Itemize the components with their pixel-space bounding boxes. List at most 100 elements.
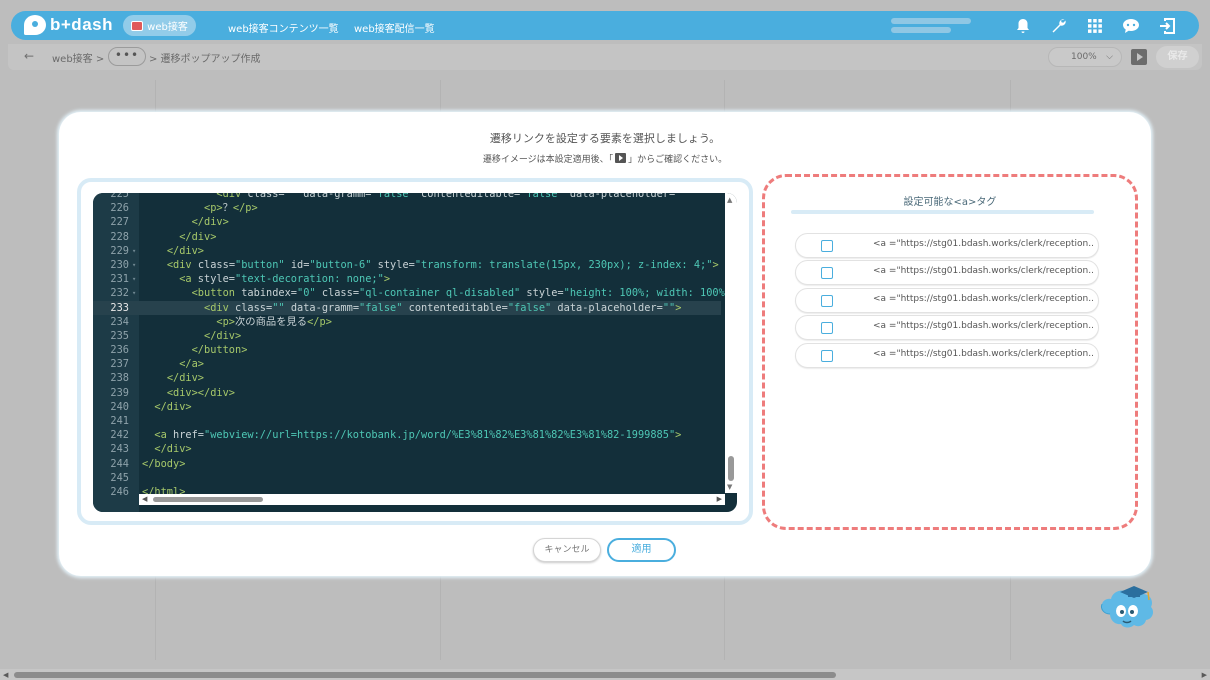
code-line[interactable]: 235 </div> <box>93 329 721 343</box>
chevron-down-icon: ⌵ <box>1106 52 1113 62</box>
grid-apps-icon[interactable] <box>1085 16 1105 36</box>
line-number: 228 <box>110 230 129 243</box>
code-text: </div> <box>204 329 242 342</box>
code-line[interactable]: 231 ▾ <a style="text-decoration: none;"> <box>93 272 721 286</box>
a-tag-option[interactable]: <a ="https://stg01.bdash.works/clerk/rec… <box>795 288 1099 313</box>
line-number: 244 <box>110 457 129 470</box>
panel-title: 設定可能な<a>タグ <box>903 197 997 208</box>
top-header: b+dash web接客 web接客コンテンツ一覧 web接客配信一覧 <box>11 11 1199 40</box>
fold-arrow-icon[interactable]: ▾ <box>132 286 136 300</box>
save-button[interactable]: 保存 <box>1156 46 1199 68</box>
nav-content-list[interactable]: web接客コンテンツ一覧 <box>228 20 339 35</box>
fold-arrow-icon[interactable]: ▾ <box>132 258 136 272</box>
code-line[interactable]: 233 <div class="" data-gramm="false" con… <box>93 300 721 315</box>
editor-vertical-scrollbar[interactable]: ▲ ▼ <box>725 193 737 493</box>
code-text: <div></div> <box>166 386 236 399</box>
scroll-down-icon[interactable]: ▼ <box>727 483 732 491</box>
checkbox[interactable] <box>821 240 833 252</box>
code-text: <p>次の商品を見る</p> <box>216 315 332 328</box>
scroll-up-icon[interactable]: ▲ <box>727 196 732 204</box>
breadcrumb-bar: ← web接客 > ••• > 遷移ポップアップ作成 100% ⌵ 保存 <box>8 44 1202 70</box>
play-icon <box>615 153 627 163</box>
code-text: </div> <box>166 372 205 385</box>
code-line[interactable]: 240 </div> <box>93 400 721 414</box>
zoom-select[interactable]: 100% ⌵ <box>1048 47 1122 67</box>
code-line[interactable]: 230 ▾ <div class="button" id="button-6" s… <box>93 258 721 272</box>
code-line[interactable]: 241 <box>93 414 721 428</box>
line-number: 245 <box>110 471 129 484</box>
bell-icon[interactable] <box>1013 16 1033 36</box>
checkbox[interactable] <box>821 350 833 362</box>
code-text: </a> <box>179 358 205 371</box>
code-line[interactable]: 239 <div></div> <box>93 386 721 400</box>
wrench-icon[interactable] <box>1049 16 1069 36</box>
a-tag-option[interactable]: <a ="https://stg01.bdash.works/clerk/rec… <box>795 233 1099 258</box>
scrollbar-thumb[interactable] <box>14 672 836 678</box>
mascot-assistant-icon[interactable] <box>1096 578 1160 642</box>
nav-web-reception[interactable]: web接客 <box>123 15 196 36</box>
code-line[interactable]: 229 ▾ </div> <box>93 244 721 258</box>
code-text: </div> <box>154 400 192 413</box>
code-text: <div class="" data-gramm="false" content… <box>216 193 688 200</box>
a-tag-option[interactable]: <a ="https://stg01.bdash.works/clerk/rec… <box>795 260 1099 285</box>
code-line[interactable]: 242 <a href="webview://url=https://kotob… <box>93 428 721 442</box>
code-text: </body> <box>142 457 186 470</box>
zoom-value: 100% <box>1071 52 1097 62</box>
line-number: 231 <box>110 273 129 286</box>
cancel-button[interactable]: キャンセル <box>533 538 601 562</box>
code-line[interactable]: 232 ▾ <button tabindex="0" class="ql-cont… <box>93 286 737 300</box>
nav-delivery-list[interactable]: web接客配信一覧 <box>354 20 435 35</box>
back-arrow-icon[interactable]: ← <box>24 49 34 63</box>
checkbox[interactable] <box>821 267 833 279</box>
web-reception-icon <box>131 20 144 31</box>
support-chat-icon[interactable] <box>1121 16 1141 36</box>
html-code-editor[interactable]: 225 <div class="" data-gramm="false" con… <box>93 193 737 512</box>
a-tag-option[interactable]: <a ="https://stg01.bdash.works/clerk/rec… <box>795 343 1099 368</box>
apply-button[interactable]: 適用 <box>607 538 676 562</box>
breadcrumb-web-reception[interactable]: web接客 > <box>52 50 104 65</box>
page-horizontal-scrollbar[interactable]: ◀ ▶ <box>0 669 1210 680</box>
nav-web-reception-label: web接客 <box>147 22 188 33</box>
code-line[interactable]: 234 <p>次の商品を見る</p> <box>93 315 721 329</box>
code-line[interactable]: 238 </div> <box>93 371 721 385</box>
preview-play-button[interactable] <box>1131 49 1147 65</box>
code-text: <button tabindex="0" class="ql-container… <box>191 287 737 300</box>
checkbox[interactable] <box>821 295 833 307</box>
line-number: 241 <box>110 415 129 427</box>
scroll-left-icon[interactable]: ◀ <box>142 495 147 503</box>
scroll-right-icon[interactable]: ▶ <box>717 495 722 503</box>
a-tag-option[interactable]: <a ="https://stg01.bdash.works/clerk/rec… <box>795 315 1099 340</box>
code-line[interactable]: 237 </a> <box>93 357 721 371</box>
breadcrumb-more-button[interactable]: ••• <box>108 47 146 66</box>
code-line[interactable]: 236 </button> <box>93 343 721 357</box>
code-line[interactable]: 226 <p>？</p> <box>93 201 721 215</box>
checkbox[interactable] <box>821 322 833 334</box>
line-number: 239 <box>110 386 129 399</box>
code-text: <div class="button" id="button-6" style=… <box>166 258 719 271</box>
logo-mark-icon <box>24 15 46 35</box>
editor-vscroll-thumb[interactable] <box>728 456 734 481</box>
code-editor-frame: 225 <div class="" data-gramm="false" con… <box>77 178 753 525</box>
scroll-right-icon[interactable]: ▶ <box>1202 671 1207 679</box>
brand-logo[interactable]: b+dash <box>24 15 113 35</box>
code-line[interactable]: 228 </div> <box>93 230 721 244</box>
code-lines[interactable]: 225 <div class="" data-gramm="false" con… <box>93 193 737 499</box>
line-number: 229 <box>110 244 129 257</box>
user-info-redacted <box>891 15 986 37</box>
code-line[interactable]: 244 </body> <box>93 457 721 471</box>
code-line[interactable]: 225 <div class="" data-gramm="false" con… <box>93 193 721 201</box>
code-line[interactable]: 245 <box>93 471 721 485</box>
line-number: 226 <box>110 202 129 215</box>
editor-horizontal-scrollbar[interactable]: ◀ ▶ <box>139 494 725 505</box>
logout-icon[interactable] <box>1157 16 1177 36</box>
scroll-left-icon[interactable]: ◀ <box>3 671 8 679</box>
line-number: 227 <box>110 216 129 229</box>
editor-hscroll-thumb[interactable] <box>153 497 263 502</box>
fold-arrow-icon[interactable]: ▾ <box>132 244 136 258</box>
breadcrumb-current: > 遷移ポップアップ作成 <box>149 54 261 65</box>
panel-divider <box>791 210 1094 214</box>
code-line[interactable]: 227 </div> <box>93 215 721 229</box>
code-line[interactable]: 243 </div> <box>93 442 721 456</box>
code-text: </div> <box>154 443 192 456</box>
fold-arrow-icon[interactable]: ▾ <box>132 272 136 286</box>
